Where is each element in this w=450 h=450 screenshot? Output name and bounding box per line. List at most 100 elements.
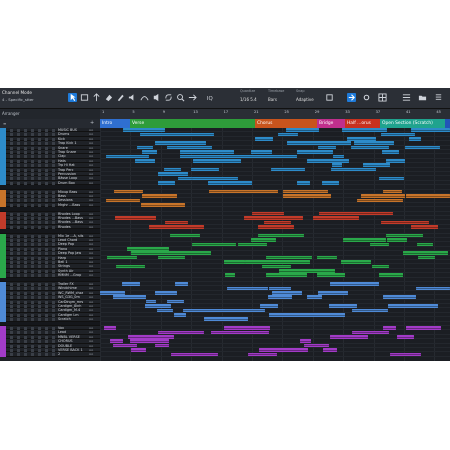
event-clip[interactable]: [211, 330, 255, 335]
event-clip[interactable]: [271, 167, 292, 172]
track-button[interactable]: [10, 353, 13, 357]
marker-verse[interactable]: Verse: [130, 119, 255, 128]
event-clip[interactable]: [322, 181, 339, 185]
event-clip[interactable]: [352, 330, 389, 335]
event-clip[interactable]: [272, 286, 291, 291]
eraser-tool-icon[interactable]: [104, 93, 113, 102]
marker-intro[interactable]: Intro: [100, 119, 130, 128]
event-clip[interactable]: [115, 216, 156, 220]
event-clip[interactable]: [221, 154, 258, 159]
event-clip[interactable]: [264, 220, 291, 225]
event-clip[interactable]: [307, 159, 349, 163]
event-clip[interactable]: [113, 343, 137, 348]
event-clip[interactable]: [186, 132, 214, 137]
event-clip[interactable]: [130, 339, 161, 344]
event-clip[interactable]: [236, 189, 278, 194]
event-clip[interactable]: [304, 343, 329, 348]
event-clip[interactable]: [409, 137, 421, 141]
event-clip[interactable]: [180, 154, 222, 159]
marker-end[interactable]: [445, 119, 450, 128]
add-track-icon[interactable]: +: [90, 120, 94, 126]
track-button[interactable]: [17, 353, 20, 357]
event-clip[interactable]: [418, 255, 435, 260]
event-clip[interactable]: [113, 295, 146, 300]
event-clip[interactable]: [134, 335, 166, 339]
event-clip[interactable]: [224, 260, 245, 264]
event-clip[interactable]: [272, 291, 302, 295]
event-clip[interactable]: [330, 282, 379, 286]
event-clip[interactable]: [386, 159, 405, 163]
event-clip[interactable]: [256, 154, 297, 159]
event-clip[interactable]: [331, 167, 376, 172]
event-clip[interactable]: [142, 150, 157, 154]
event-clip[interactable]: [192, 176, 238, 181]
event-clip[interactable]: [224, 326, 234, 330]
event-clip[interactable]: [142, 194, 161, 198]
event-clip[interactable]: [213, 189, 233, 194]
event-clip[interactable]: [317, 255, 337, 260]
event-clip[interactable]: [251, 238, 276, 242]
event-clip[interactable]: [361, 194, 405, 198]
listen-tool-icon[interactable]: [152, 93, 161, 102]
event-clip[interactable]: [323, 348, 337, 352]
event-clip[interactable]: [178, 176, 192, 181]
track-button[interactable]: [31, 353, 34, 357]
track-button[interactable]: [24, 353, 27, 357]
event-clip[interactable]: [416, 286, 450, 291]
event-clip[interactable]: [268, 295, 292, 300]
event-clip[interactable]: [116, 264, 145, 269]
event-clip[interactable]: [269, 313, 306, 317]
event-clip[interactable]: [266, 273, 307, 278]
event-clip[interactable]: [222, 317, 246, 322]
event-clip[interactable]: [175, 282, 188, 286]
event-clip[interactable]: [107, 255, 137, 260]
track-header[interactable]: 2 AA: [0, 352, 100, 358]
event-clip[interactable]: [372, 264, 389, 269]
event-clip[interactable]: [114, 189, 143, 194]
event-clip[interactable]: [227, 286, 260, 291]
event-clip[interactable]: [196, 242, 236, 247]
event-clip[interactable]: [106, 198, 140, 203]
channel-mode-selector[interactable]: Channel Mode 4 - Specific_stter: [2, 90, 64, 106]
event-clip[interactable]: [155, 291, 166, 295]
browse-icon[interactable]: [402, 93, 411, 102]
event-clip[interactable]: [278, 132, 298, 137]
event-clip[interactable]: [143, 247, 162, 251]
event-clip[interactable]: [382, 150, 399, 154]
edit-icon[interactable]: [347, 93, 356, 102]
event-clip[interactable]: [191, 167, 219, 172]
event-clip[interactable]: [215, 308, 234, 313]
event-clip[interactable]: [319, 141, 350, 146]
event-clip[interactable]: [155, 141, 187, 146]
event-clip[interactable]: [188, 150, 234, 154]
event-clip[interactable]: [317, 273, 345, 278]
event-clip[interactable]: [122, 282, 140, 286]
iq-icon[interactable]: IQ: [206, 93, 215, 102]
event-clip[interactable]: [352, 260, 370, 264]
arrow-tool-icon[interactable]: [68, 93, 77, 102]
event-clip[interactable]: [363, 163, 390, 168]
event-clip[interactable]: [238, 242, 267, 247]
event-clip[interactable]: [411, 128, 450, 132]
event-clip[interactable]: [252, 211, 284, 216]
event-clip[interactable]: [110, 339, 123, 344]
event-clip[interactable]: [318, 291, 348, 295]
grid-icon[interactable]: [378, 93, 387, 102]
event-clip[interactable]: [260, 304, 278, 308]
track-lane[interactable]: [100, 352, 450, 357]
event-clip[interactable]: [330, 335, 368, 339]
event-clip[interactable]: [100, 291, 125, 295]
event-clip[interactable]: [332, 163, 342, 168]
event-clip[interactable]: [351, 145, 389, 150]
event-clip[interactable]: [329, 304, 357, 308]
event-clip[interactable]: [318, 145, 336, 150]
paint-tool-icon[interactable]: [116, 93, 125, 102]
event-clip[interactable]: [389, 295, 408, 300]
marker-chorus[interactable]: Chorus: [255, 119, 317, 128]
event-clip[interactable]: [141, 203, 164, 207]
event-clip[interactable]: [387, 238, 407, 242]
event-clip[interactable]: [297, 181, 310, 185]
event-clip[interactable]: [104, 326, 116, 330]
event-clip[interactable]: [417, 242, 433, 247]
event-clip[interactable]: [158, 172, 179, 176]
